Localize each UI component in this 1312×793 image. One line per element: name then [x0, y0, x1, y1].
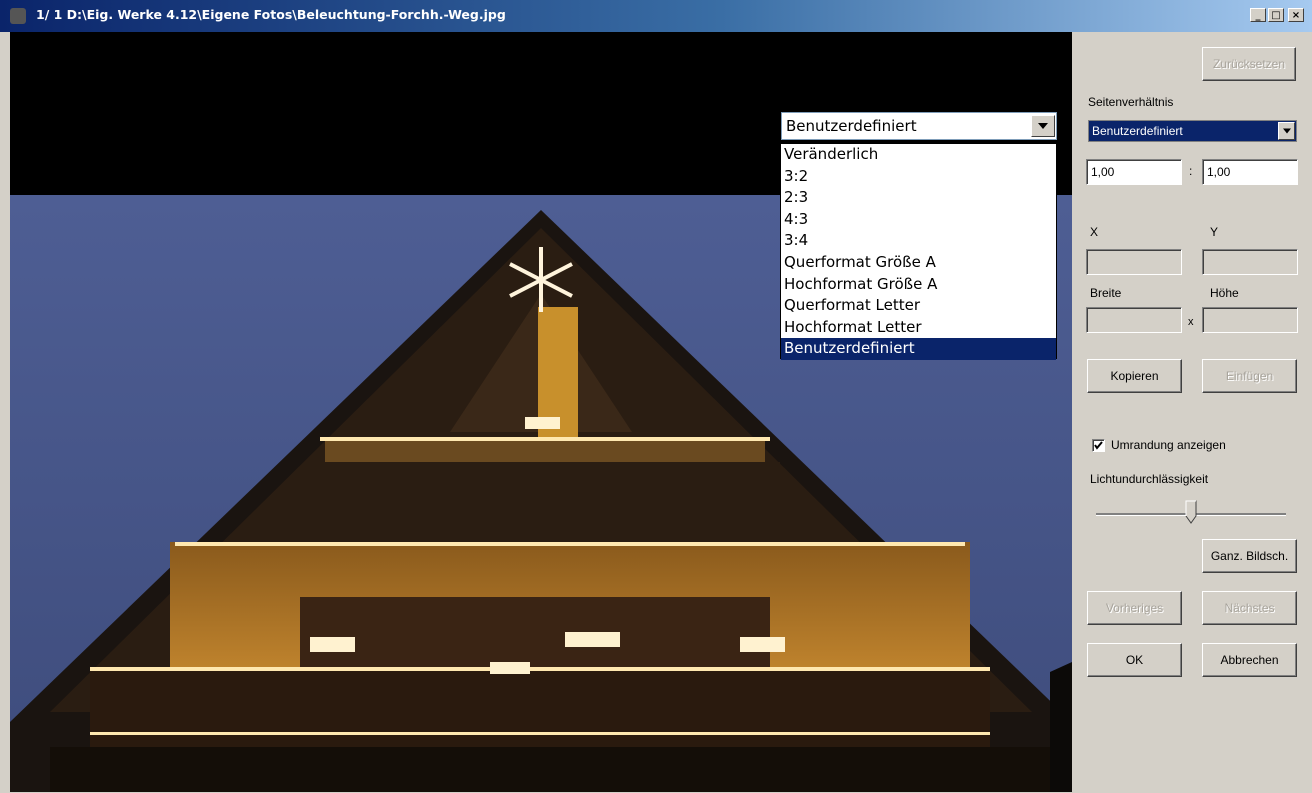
x-label: X: [1090, 225, 1099, 239]
opacity-slider-thumb[interactable]: [1185, 500, 1197, 524]
fullscreen-button[interactable]: Ganz. Bildsch.: [1202, 539, 1297, 573]
dropdown-option-selected[interactable]: Benutzerdefiniert: [781, 338, 1056, 360]
chevron-down-icon: [1282, 128, 1291, 134]
y-input[interactable]: [1202, 249, 1298, 275]
dropdown-option[interactable]: Querformat Letter: [781, 295, 1056, 317]
dropdown-arrow-button[interactable]: [1031, 115, 1055, 137]
minimize-button[interactable]: _: [1250, 8, 1266, 22]
width-label: Breite: [1090, 286, 1122, 300]
dropdown-option[interactable]: 2:3: [781, 187, 1056, 209]
previous-button[interactable]: Vorheriges: [1087, 591, 1182, 625]
aspect-ratio-select-value: Benutzerdefiniert: [1092, 124, 1183, 138]
crop-settings-panel: Zurücksetzen Seitenverhältnis Benutzerde…: [1075, 32, 1312, 793]
width-input[interactable]: [1086, 307, 1182, 333]
dropdown-option[interactable]: Hochformat Größe A: [781, 274, 1056, 296]
aspect-ratio-dropdown-value: Benutzerdefiniert: [786, 117, 917, 135]
dropdown-option[interactable]: Hochformat Letter: [781, 317, 1056, 339]
reset-button[interactable]: Zurücksetzen: [1202, 47, 1296, 81]
paste-button[interactable]: Einfügen: [1202, 359, 1297, 393]
close-button[interactable]: ×: [1288, 8, 1304, 22]
checkmark-icon: [1094, 441, 1103, 450]
ratio-separator: :: [1189, 164, 1193, 178]
aspect-ratio-select[interactable]: Benutzerdefiniert: [1088, 120, 1297, 142]
border-checkbox[interactable]: [1092, 439, 1105, 452]
dropdown-option[interactable]: 3:4: [781, 230, 1056, 252]
chevron-down-icon: [1038, 123, 1048, 129]
dropdown-option[interactable]: Querformat Größe A: [781, 252, 1056, 274]
height-input[interactable]: [1202, 307, 1298, 333]
dropdown-option[interactable]: Veränderlich: [781, 144, 1056, 166]
next-button[interactable]: Nächstes: [1202, 591, 1297, 625]
aspect-ratio-dropdown[interactable]: Benutzerdefiniert: [781, 112, 1057, 140]
ratio-height-input[interactable]: 1,00: [1202, 159, 1298, 185]
dropdown-option[interactable]: 4:3: [781, 209, 1056, 231]
y-label: Y: [1210, 225, 1219, 239]
copy-button[interactable]: Kopieren: [1087, 359, 1182, 393]
maximize-button[interactable]: □: [1268, 8, 1284, 22]
ratio-width-input[interactable]: 1,00: [1086, 159, 1182, 185]
window-title-bar[interactable]: 1/ 1 D:\Eig. Werke 4.12\Eigene Fotos\Bel…: [0, 0, 1312, 32]
border-checkbox-label[interactable]: Umrandung anzeigen: [1111, 438, 1226, 452]
aspect-ratio-label: Seitenverhältnis: [1088, 95, 1174, 109]
aspect-ratio-dropdown-list[interactable]: Veränderlich 3:2 2:3 4:3 3:4 Querformat …: [780, 143, 1057, 360]
times-label: x: [1188, 316, 1194, 328]
select-arrow-button[interactable]: [1278, 122, 1295, 140]
cancel-button[interactable]: Abbrechen: [1202, 643, 1297, 677]
ok-button[interactable]: OK: [1087, 643, 1182, 677]
opacity-label: Lichtundurchlässigkeit: [1090, 472, 1209, 486]
height-label: Höhe: [1210, 286, 1239, 300]
dropdown-option[interactable]: 3:2: [781, 166, 1056, 188]
app-camera-icon: [10, 8, 26, 24]
window-title: 1/ 1 D:\Eig. Werke 4.12\Eigene Fotos\Bel…: [36, 7, 506, 22]
x-input[interactable]: [1086, 249, 1182, 275]
